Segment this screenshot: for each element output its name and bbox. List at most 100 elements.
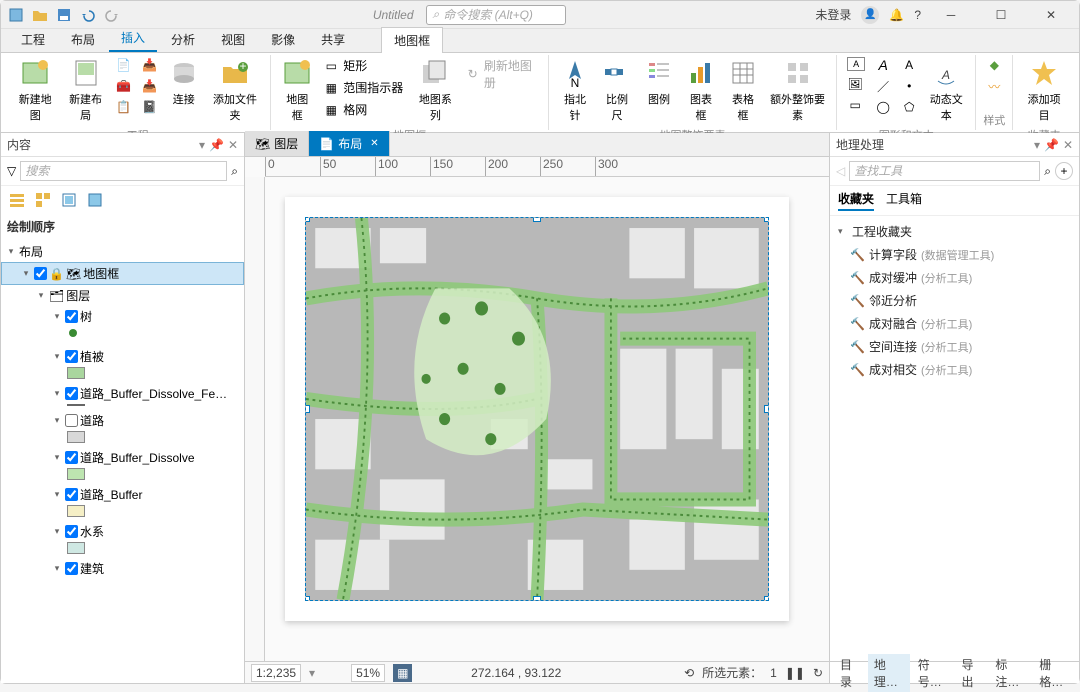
add-tool-button[interactable]: +: [1055, 162, 1073, 180]
gp-tool[interactable]: 🔨邻近分析: [832, 289, 1077, 312]
map-series-button[interactable]: 地图系列: [411, 55, 459, 125]
view-tab-layout[interactable]: 📄布局✕: [309, 131, 389, 156]
filter-icon[interactable]: ▽: [7, 164, 16, 178]
add-folder-button[interactable]: +添加文件夹: [206, 55, 264, 125]
search-icon[interactable]: ⌕: [231, 164, 238, 179]
zoom-combo[interactable]: 51%: [351, 664, 385, 682]
layer-symbol[interactable]: [67, 505, 85, 517]
list-by-drawing-icon[interactable]: [7, 190, 27, 210]
dynamic-text-button[interactable]: A动态文本: [923, 55, 969, 125]
pause-drawing-icon[interactable]: ❚❚: [785, 666, 805, 680]
task-button[interactable]: 📋: [112, 97, 136, 117]
resize-handle[interactable]: [764, 217, 769, 222]
new-notebook-button[interactable]: 📓: [138, 97, 162, 117]
toc-layer[interactable]: ▾道路: [1, 410, 244, 431]
command-search[interactable]: ⌕ 命令搜索 (Alt+Q): [426, 5, 566, 25]
snap-icon[interactable]: ▦: [393, 664, 412, 682]
refresh-icon[interactable]: ⟲: [684, 666, 694, 680]
connections-button[interactable]: 连接: [164, 55, 204, 109]
gp-tool[interactable]: 🔨成对融合(分析工具): [832, 312, 1077, 335]
toc-mapframe[interactable]: ▾🔒🗺地图框: [1, 262, 244, 285]
curved-text-button[interactable]: A: [897, 55, 921, 75]
map-frame-button[interactable]: 地图框: [277, 55, 317, 125]
gp-favorites-group[interactable]: ▾工程收藏夹: [832, 220, 1077, 243]
grid-button[interactable]: ▦格网: [319, 99, 409, 120]
additional-surrounds-button[interactable]: 额外整饰要素: [765, 55, 830, 125]
btab-catalog[interactable]: 目录: [834, 654, 866, 692]
login-status[interactable]: 未登录: [815, 6, 851, 23]
redo-icon[interactable]: [101, 4, 123, 26]
view-tab-map[interactable]: 🗺图层: [245, 131, 309, 156]
close-tab-icon[interactable]: ✕: [370, 138, 378, 149]
new-report-button[interactable]: 📄: [112, 55, 136, 75]
tab-view[interactable]: 视图: [209, 27, 257, 52]
list-by-source-icon[interactable]: [33, 190, 53, 210]
tab-imagery[interactable]: 影像: [259, 27, 307, 52]
add-item-button[interactable]: 添加项目: [1019, 55, 1069, 125]
toc-layer[interactable]: ▾建筑: [1, 558, 244, 579]
scale-combo[interactable]: 1:2,235: [251, 664, 301, 682]
pane-close-icon[interactable]: ✕: [1063, 138, 1073, 152]
picture-button[interactable]: 🖼: [843, 74, 869, 94]
toolbox-button[interactable]: 🧰: [112, 76, 136, 96]
legend-button[interactable]: 图例: [639, 55, 679, 109]
toc-layer[interactable]: ▾树: [1, 306, 244, 327]
import-map-button[interactable]: 📥: [138, 55, 162, 75]
layer-symbol[interactable]: [67, 542, 85, 554]
list-by-element-icon[interactable]: [59, 190, 79, 210]
close-button[interactable]: ✕: [1031, 2, 1071, 28]
new-map-button[interactable]: 新建地图: [11, 55, 59, 125]
toc-layout-root[interactable]: ▾布局: [1, 241, 244, 262]
btab-export[interactable]: 导出: [956, 654, 988, 692]
pane-options-icon[interactable]: ▾: [1034, 138, 1040, 152]
toc-layer[interactable]: ▾水系: [1, 521, 244, 542]
layer-symbol[interactable]: [67, 367, 85, 379]
straight-text-button[interactable]: A: [871, 55, 895, 75]
user-avatar-icon[interactable]: 👤: [861, 6, 879, 24]
gp-tool[interactable]: 🔨成对缓冲(分析工具): [832, 266, 1077, 289]
tab-mapframe-context[interactable]: 地图框: [381, 27, 443, 53]
tab-share[interactable]: 共享: [309, 27, 357, 52]
new-project-icon[interactable]: [5, 4, 27, 26]
rectangle-shape-button[interactable]: ▭: [843, 95, 869, 115]
layer-symbol[interactable]: [67, 404, 85, 406]
btab-geoprocessing[interactable]: 地理…: [868, 654, 910, 692]
line-button[interactable]: ／: [871, 76, 895, 96]
resize-handle[interactable]: [533, 217, 541, 222]
new-layout-button[interactable]: 新建布局: [61, 55, 109, 125]
pane-pin-icon[interactable]: 📌: [209, 138, 224, 152]
gp-tool[interactable]: 🔨计算字段(数据管理工具): [832, 243, 1077, 266]
gp-search-input[interactable]: 查找工具: [849, 161, 1040, 181]
text-button[interactable]: A: [843, 55, 869, 73]
refresh-mapseries-button[interactable]: ↻刷新地图册: [461, 55, 541, 93]
north-arrow-button[interactable]: N指北针: [555, 55, 595, 125]
undo-icon[interactable]: [77, 4, 99, 26]
pane-options-icon[interactable]: ▾: [199, 138, 205, 152]
layout-page[interactable]: [285, 197, 789, 621]
tab-analysis[interactable]: 分析: [159, 27, 207, 52]
gp-tool[interactable]: 🔨空间连接(分析工具): [832, 335, 1077, 358]
table-frame-button[interactable]: 表格框: [723, 55, 763, 125]
line-style-button[interactable]: 〰: [982, 76, 1006, 96]
resize-handle[interactable]: [305, 405, 310, 413]
help-icon[interactable]: ?: [914, 8, 921, 22]
resize-handle[interactable]: [764, 405, 769, 413]
back-icon[interactable]: ◁: [836, 164, 845, 178]
pane-pin-icon[interactable]: 📌: [1044, 138, 1059, 152]
import-layout-button[interactable]: 📥: [138, 76, 162, 96]
btab-symbology[interactable]: 符号…: [912, 654, 954, 692]
chart-frame-button[interactable]: 图表框: [681, 55, 721, 125]
gp-tab-toolbox[interactable]: 工具箱: [886, 190, 922, 211]
save-icon[interactable]: [53, 4, 75, 26]
toc-layer-group[interactable]: ▾🗂图层: [1, 285, 244, 306]
point-style-button[interactable]: ◆: [982, 55, 1006, 75]
layer-symbol[interactable]: [67, 468, 85, 480]
btab-labeling[interactable]: 标注…: [989, 654, 1031, 692]
resize-handle[interactable]: [533, 596, 541, 601]
resize-handle[interactable]: [764, 596, 769, 601]
maximize-button[interactable]: ☐: [981, 2, 1021, 28]
rectangle-button[interactable]: ▭矩形: [319, 55, 409, 76]
point-button[interactable]: •: [897, 76, 921, 96]
resize-handle[interactable]: [305, 596, 310, 601]
layer-symbol[interactable]: [67, 327, 244, 342]
